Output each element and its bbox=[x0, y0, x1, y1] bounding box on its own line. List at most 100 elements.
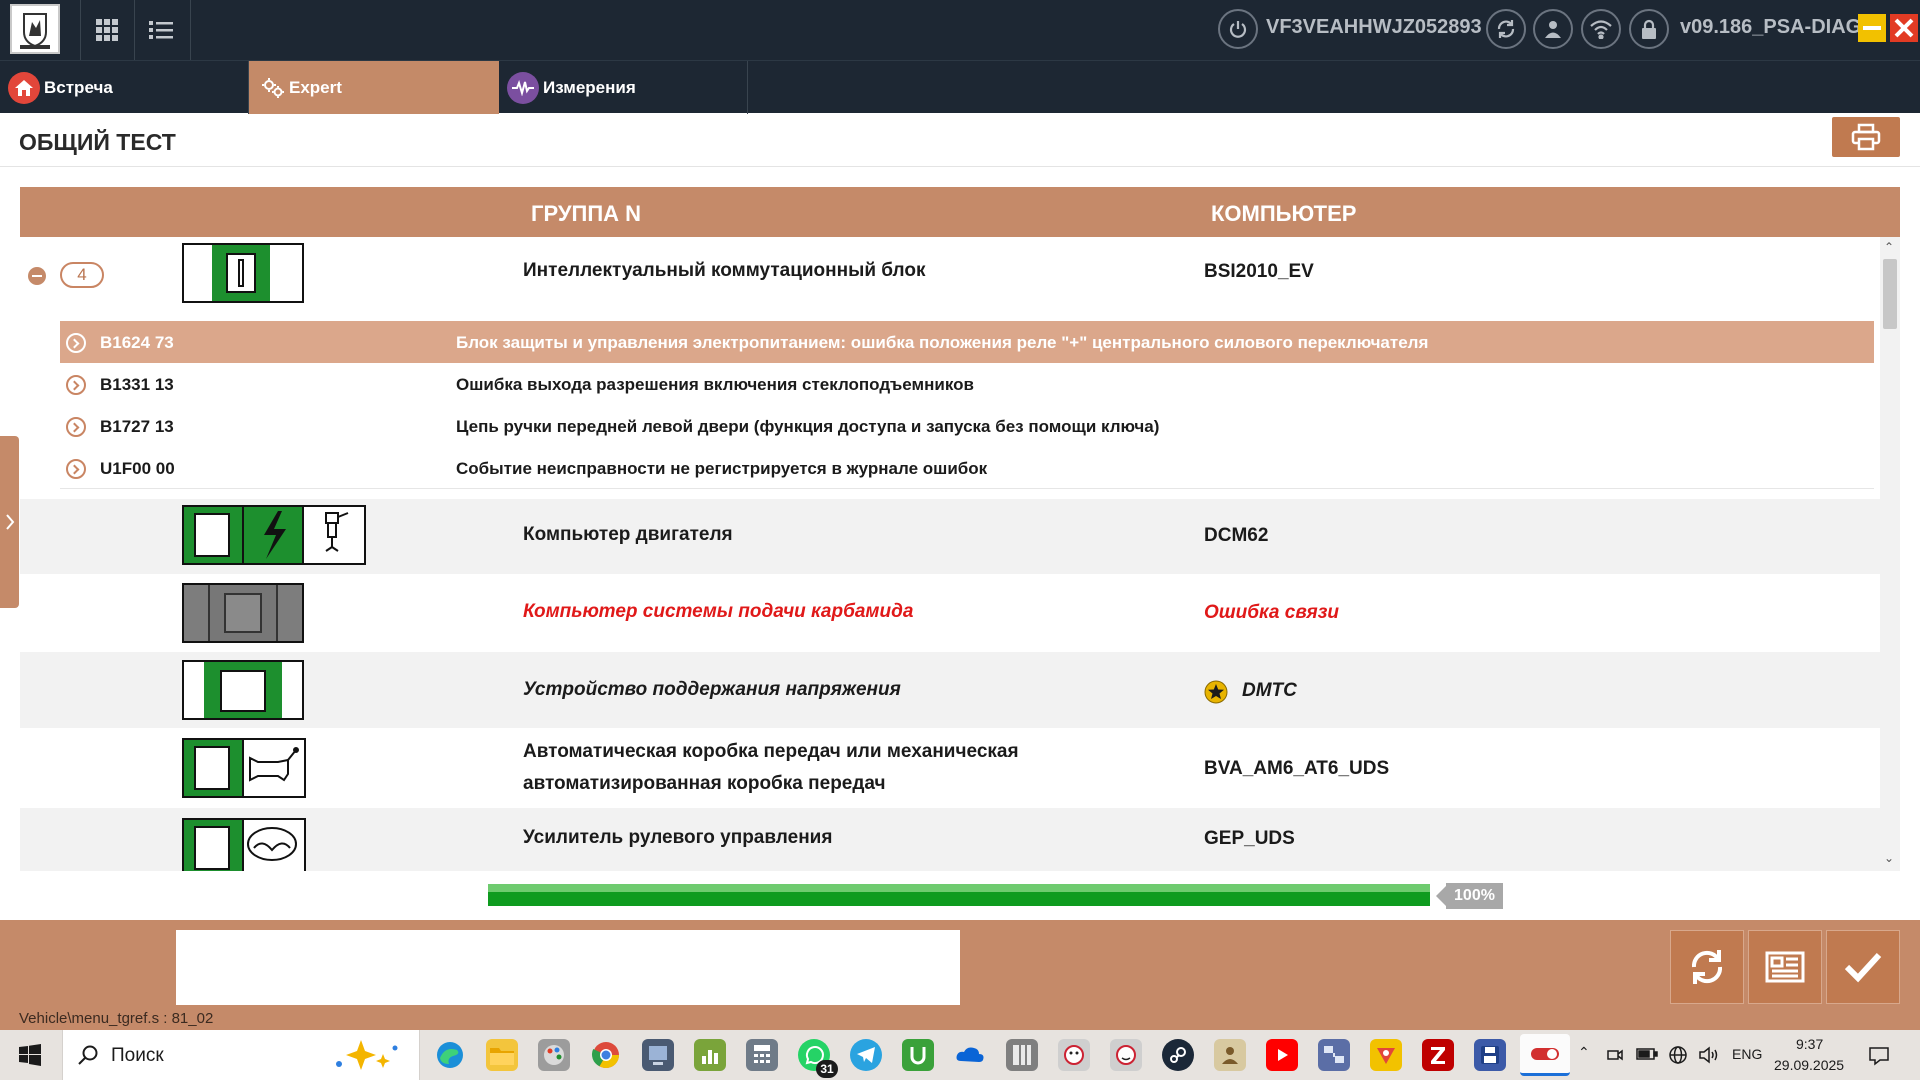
diagbox-app-icon[interactable] bbox=[1520, 1034, 1570, 1076]
tool-app-icon[interactable] bbox=[1370, 1039, 1402, 1071]
fault-code: B1727 13 bbox=[100, 417, 174, 436]
ecu-computer: DCM62 bbox=[1204, 525, 1269, 546]
wifi-button[interactable] bbox=[1581, 9, 1621, 49]
chevron-right-icon[interactable] bbox=[66, 417, 86, 437]
message-box bbox=[176, 930, 960, 1005]
calculator-icon[interactable] bbox=[746, 1039, 778, 1071]
tray-chevron-up-icon[interactable]: ⌃ bbox=[1578, 1044, 1590, 1061]
vin-number: VF3VEAHHWJZ052893 bbox=[1266, 16, 1482, 38]
table-row[interactable]: 4 Интеллектуальный коммутационный блок B… bbox=[20, 237, 1880, 309]
steam-icon[interactable] bbox=[1162, 1039, 1194, 1071]
filezilla-icon[interactable] bbox=[1422, 1039, 1454, 1071]
file-explorer-icon[interactable] bbox=[486, 1039, 518, 1071]
fault-row[interactable]: B1624 73 Блок защиты и управления электр… bbox=[60, 321, 1874, 363]
column-header-computer: КОМПЬЮТЕР bbox=[1211, 201, 1357, 226]
chevron-right-icon[interactable] bbox=[66, 459, 86, 479]
save-app-icon[interactable] bbox=[1474, 1039, 1506, 1071]
fault-code: B1624 73 bbox=[100, 333, 174, 352]
clock-date[interactable]: 29.09.2025 bbox=[1774, 1057, 1844, 1073]
lock-button[interactable] bbox=[1629, 9, 1669, 49]
table-row[interactable]: Автоматическая коробка передач или механ… bbox=[20, 728, 1880, 808]
table-row[interactable]: Компьютер двигателя DCM62 bbox=[20, 499, 1880, 574]
tab-label: Expert bbox=[289, 77, 342, 97]
network-app-icon[interactable] bbox=[1318, 1039, 1350, 1071]
ecu-computer: GEP_UDS bbox=[1204, 828, 1295, 849]
software-version: v09.186_PSA-DIAG bbox=[1680, 16, 1862, 38]
ecu-name: Компьютер системы подачи карбамида bbox=[523, 601, 914, 622]
scroll-thumb[interactable] bbox=[1883, 259, 1897, 329]
urea-ecu-icon bbox=[182, 583, 304, 643]
minimize-button[interactable] bbox=[1858, 14, 1886, 42]
tab-label: Встреча bbox=[44, 77, 113, 97]
scroll-up-icon[interactable]: ⌃ bbox=[1884, 240, 1894, 254]
chevron-right-icon[interactable] bbox=[66, 375, 86, 395]
ecu-computer: DMTC bbox=[1242, 680, 1297, 701]
engine-ecu-icon bbox=[182, 505, 366, 565]
fault-description: Цепь ручки передней левой двери (функция… bbox=[456, 417, 1160, 436]
windows-start-button[interactable] bbox=[0, 1030, 60, 1080]
fault-row[interactable]: B1331 13 Ошибка выхода разрешения включе… bbox=[60, 363, 1874, 405]
ecu-name-line1: Автоматическая коробка передач или механ… bbox=[523, 741, 1019, 762]
user-button[interactable] bbox=[1533, 9, 1573, 49]
list-menu-icon[interactable] bbox=[141, 10, 181, 50]
gearbox-ecu-icon bbox=[182, 738, 306, 798]
paint-icon[interactable] bbox=[538, 1039, 570, 1071]
table-row[interactable]: Усилитель рулевого управления GEP_UDS bbox=[20, 808, 1880, 871]
utorrent-icon[interactable] bbox=[902, 1039, 934, 1071]
bottom-panel: Vehicle\menu_tgref.s : 81_02 bbox=[0, 920, 1920, 1030]
mascot-app-icon[interactable] bbox=[1058, 1039, 1090, 1071]
ecu-name: Усилитель рулевого управления bbox=[523, 827, 833, 848]
table-header: ГРУППА N КОМПЬЮТЕР bbox=[20, 187, 1900, 237]
sync-button[interactable] bbox=[1486, 9, 1526, 49]
edge-icon[interactable] bbox=[434, 1039, 466, 1071]
star-badge-icon bbox=[1204, 680, 1228, 704]
taskbar-search[interactable]: Поиск bbox=[62, 1030, 420, 1080]
tab-expert[interactable]: Expert bbox=[249, 61, 499, 114]
print-button[interactable] bbox=[1832, 117, 1900, 157]
telegram-icon[interactable] bbox=[850, 1039, 882, 1071]
divider bbox=[190, 0, 191, 60]
collapse-button[interactable] bbox=[28, 267, 46, 285]
title-bar: VF3VEAHHWJZ052893 v09.186_PSA-DIAG bbox=[0, 0, 1920, 60]
globe-network-icon[interactable] bbox=[1668, 1045, 1688, 1065]
user-app-icon[interactable] bbox=[1214, 1039, 1246, 1071]
scroll-down-icon[interactable]: ⌄ bbox=[1884, 851, 1894, 865]
fault-description: Событие неисправности не регистрируется … bbox=[456, 459, 988, 478]
volume-icon[interactable] bbox=[1698, 1045, 1720, 1065]
side-panel-handle[interactable] bbox=[0, 436, 19, 608]
tab-measurements[interactable]: Измерения bbox=[499, 61, 748, 114]
tab-bar: Встреча Expert Измерения bbox=[0, 60, 1920, 114]
onedrive-icon[interactable] bbox=[954, 1039, 986, 1071]
input-language[interactable]: ENG bbox=[1732, 1046, 1762, 1062]
table-row[interactable]: Компьютер системы подачи карбамида Ошибк… bbox=[20, 574, 1880, 652]
progress-percent: 100% bbox=[1436, 883, 1503, 909]
chevron-right-icon[interactable] bbox=[66, 333, 86, 353]
battery-icon[interactable] bbox=[1636, 1047, 1658, 1061]
chart-app-icon[interactable] bbox=[694, 1039, 726, 1071]
divider bbox=[80, 0, 81, 60]
meet-now-icon[interactable] bbox=[1606, 1046, 1624, 1064]
confirm-button[interactable] bbox=[1826, 930, 1900, 1004]
archive-app-icon[interactable] bbox=[1006, 1039, 1038, 1071]
fault-row[interactable]: U1F00 00 Событие неисправности не регист… bbox=[60, 447, 1874, 489]
diagnostic-app-icon[interactable] bbox=[642, 1039, 674, 1071]
home-icon bbox=[8, 71, 40, 104]
ecu-computer: BSI2010_EV bbox=[1204, 261, 1314, 282]
clock-time[interactable]: 9:37 bbox=[1796, 1036, 1823, 1052]
close-button[interactable] bbox=[1890, 14, 1918, 42]
notifications-icon[interactable] bbox=[1868, 1045, 1890, 1067]
table-row[interactable]: Устройство поддержания напряжения DMTC bbox=[20, 652, 1880, 728]
report-button[interactable] bbox=[1748, 930, 1822, 1004]
fault-row[interactable]: B1727 13 Цепь ручки передней левой двери… bbox=[60, 405, 1874, 447]
fault-description: Блок защиты и управления электропитанием… bbox=[456, 333, 1429, 352]
refresh-button[interactable] bbox=[1670, 930, 1744, 1004]
peugeot-logo bbox=[10, 4, 60, 54]
ecu-table: 4 Интеллектуальный коммутационный блок B… bbox=[20, 237, 1880, 871]
mascot-app-2-icon[interactable] bbox=[1110, 1039, 1142, 1071]
tab-meeting[interactable]: Встреча bbox=[0, 61, 249, 114]
youtube-icon[interactable] bbox=[1266, 1039, 1298, 1071]
power-button[interactable] bbox=[1218, 9, 1258, 49]
apps-grid-icon[interactable] bbox=[87, 10, 127, 50]
table-scrollbar[interactable]: ⌃ ⌄ bbox=[1880, 237, 1900, 871]
chrome-icon[interactable] bbox=[590, 1039, 622, 1071]
